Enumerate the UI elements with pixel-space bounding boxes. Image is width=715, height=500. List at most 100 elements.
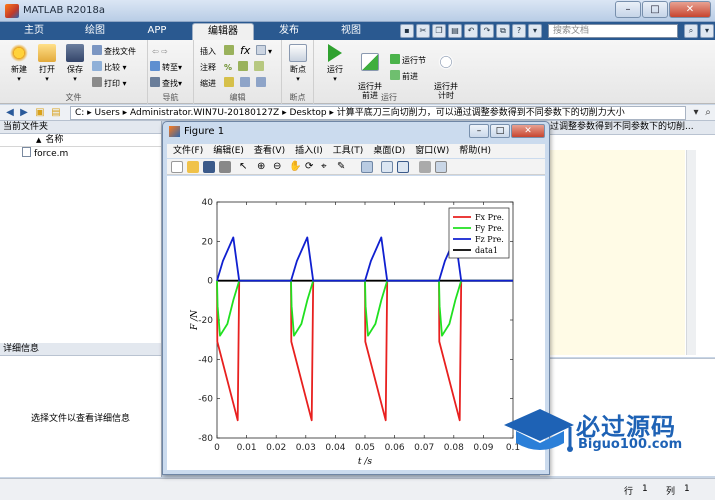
- tab-apps[interactable]: APP: [128, 23, 186, 40]
- open-file-icon[interactable]: [187, 161, 199, 173]
- menu-view[interactable]: 查看(V): [254, 146, 285, 156]
- link-plot-icon[interactable]: [361, 161, 373, 173]
- ribbon-group-breakpoints: 断点 ▾ 断点: [282, 40, 314, 104]
- x-axis-label: t /s: [358, 457, 373, 467]
- menu-file[interactable]: 文件(F): [173, 146, 203, 156]
- zoom-in-icon[interactable]: ⊕: [257, 161, 269, 173]
- run-section-icon: [390, 54, 400, 64]
- wrap-comments-icon[interactable]: [254, 61, 266, 74]
- insert-dropdown-icon[interactable]: ▾: [256, 45, 272, 58]
- menu-tools[interactable]: 工具(T): [333, 146, 364, 156]
- tab-view[interactable]: 视图: [322, 23, 380, 40]
- save-icon[interactable]: ▪: [400, 24, 414, 38]
- editor-tab-bar[interactable]: 过调整参数得到不同参数下的切削...: [540, 121, 715, 135]
- search-icon[interactable]: ⌕: [684, 24, 698, 38]
- close-button[interactable]: ✕: [669, 1, 711, 18]
- new-button[interactable]: 新建 ▾: [6, 44, 32, 83]
- forward-icon[interactable]: ▶: [18, 107, 30, 119]
- tab-publish[interactable]: 发布: [260, 23, 318, 40]
- colorbar-icon[interactable]: [381, 161, 393, 173]
- search-documentation-input[interactable]: 搜索文档: [548, 24, 678, 38]
- brush-icon[interactable]: ✎: [337, 161, 349, 173]
- path-dropdown-icon[interactable]: ▾: [690, 107, 702, 119]
- figure-minimize-button[interactable]: –: [469, 124, 489, 138]
- address-bar: ◀ ▶ ▣ ▤ C: ▸ Users ▸ Administrator.WIN7U…: [0, 105, 715, 121]
- dropdown-icon[interactable]: ▾: [528, 24, 542, 38]
- up-folder-icon[interactable]: ▣: [34, 107, 46, 119]
- minimize-button[interactable]: –: [615, 1, 641, 18]
- menu-help[interactable]: 帮助(H): [459, 146, 491, 156]
- breakpoints-button[interactable]: 断点 ▾: [285, 44, 311, 83]
- menu-insert[interactable]: 插入(I): [295, 146, 323, 156]
- menu-desktop[interactable]: 桌面(D): [373, 146, 405, 156]
- editor-scrollbar[interactable]: [686, 150, 696, 355]
- advance-button[interactable]: 前进: [390, 70, 418, 83]
- find-button[interactable]: 查找▾: [150, 77, 182, 90]
- back-icon[interactable]: ◀: [4, 107, 16, 119]
- goto-button[interactable]: 转至▾: [150, 61, 182, 74]
- copy-icon[interactable]: ❐: [432, 24, 446, 38]
- figure-canvas[interactable]: 0 0.01 0.02 0.03 0.04 0.05 0.06 0.07 0.08 0.09 0.1…: [167, 176, 545, 470]
- find-files-button[interactable]: 查找文件: [92, 45, 136, 58]
- smart-indent-icon[interactable]: [224, 77, 236, 90]
- figure-icon: [169, 126, 180, 137]
- figure-window[interactable]: Figure 1 – □ ✕ 文件(F) 编辑(E) 查看(V) 插入(I) 工具(T)…: [162, 121, 550, 475]
- insert-button[interactable]: 插入: [200, 45, 216, 58]
- new-figure-icon[interactable]: [171, 161, 183, 173]
- show-plot-tools-icon[interactable]: [435, 161, 447, 173]
- maximize-button[interactable]: □: [642, 1, 668, 18]
- redo-icon[interactable]: ↷: [480, 24, 494, 38]
- increase-indent-icon[interactable]: [240, 77, 252, 90]
- comment-button[interactable]: 注释: [200, 61, 216, 74]
- run-button[interactable]: 运行 ▾: [320, 44, 350, 83]
- rotate-icon[interactable]: ⟳: [305, 161, 317, 173]
- menu-edit[interactable]: 编辑(E): [213, 146, 244, 156]
- undo-icon[interactable]: ↶: [464, 24, 478, 38]
- cut-icon[interactable]: ✂: [416, 24, 430, 38]
- tab-editor[interactable]: 编辑器: [192, 23, 254, 40]
- uncomment-icon[interactable]: [238, 61, 250, 74]
- pointer-icon[interactable]: ↖: [239, 161, 251, 173]
- expand-icon[interactable]: ▾: [700, 24, 714, 38]
- insert-section-icon[interactable]: [224, 45, 236, 58]
- legend-icon[interactable]: [397, 161, 409, 173]
- file-row[interactable]: force.m: [0, 147, 161, 160]
- search-path-icon[interactable]: ⌕: [702, 107, 714, 119]
- figure-maximize-button[interactable]: □: [490, 124, 510, 138]
- back-forward-buttons[interactable]: ⇦ ⇨: [152, 45, 168, 58]
- percent-icon[interactable]: %: [224, 61, 232, 74]
- decrease-indent-icon[interactable]: [256, 77, 268, 90]
- compare-button[interactable]: 比较 ▾: [92, 61, 127, 74]
- paste-icon[interactable]: ▤: [448, 24, 462, 38]
- switch-windows-icon[interactable]: ⧉: [496, 24, 510, 38]
- hide-plot-tools-icon[interactable]: [419, 161, 431, 173]
- col-value: 1: [684, 484, 690, 494]
- help-icon[interactable]: ?: [512, 24, 526, 38]
- figure-close-button[interactable]: ✕: [511, 124, 545, 138]
- zoom-out-icon[interactable]: ⊖: [273, 161, 285, 173]
- x-tick-label: 0.06: [385, 443, 405, 453]
- column-header-name[interactable]: ▲ 名称: [0, 134, 161, 147]
- save-figure-icon[interactable]: [203, 161, 215, 173]
- current-path-field[interactable]: C: ▸ Users ▸ Administrator.WIN7U-2018012…: [70, 106, 686, 120]
- title-bar: MATLAB R2018a – □ ✕: [0, 0, 715, 22]
- editor-code-region[interactable]: [545, 150, 685, 355]
- current-folder-title: 当前文件夹: [0, 121, 161, 134]
- fx-button[interactable]: fx: [240, 44, 250, 57]
- open-button[interactable]: 打开 ▾: [34, 44, 60, 83]
- print-button[interactable]: 打印 ▾: [92, 77, 127, 90]
- tab-home[interactable]: 主页: [8, 23, 60, 40]
- menu-window[interactable]: 窗口(W): [415, 146, 449, 156]
- figure-title-bar[interactable]: Figure 1 – □ ✕: [163, 122, 549, 142]
- indent-button[interactable]: 缩进: [200, 77, 216, 90]
- data-cursor-icon[interactable]: ⌖: [321, 161, 333, 173]
- tab-plots[interactable]: 绘图: [66, 23, 124, 40]
- figure-toolbar: ↖ ⊕ ⊖ ✋ ⟳ ⌖ ✎: [167, 159, 545, 175]
- line-chart[interactable]: 0 0.01 0.02 0.03 0.04 0.05 0.06 0.07 0.08 0.09 0.1…: [167, 176, 545, 470]
- print-figure-icon[interactable]: [219, 161, 231, 173]
- group-label-navigate: 导航: [162, 93, 179, 102]
- browse-folder-icon[interactable]: ▤: [50, 107, 62, 119]
- pan-icon[interactable]: ✋: [289, 161, 301, 173]
- run-section-button[interactable]: 运行节: [390, 54, 426, 67]
- save-button[interactable]: 保存 ▾: [62, 44, 88, 83]
